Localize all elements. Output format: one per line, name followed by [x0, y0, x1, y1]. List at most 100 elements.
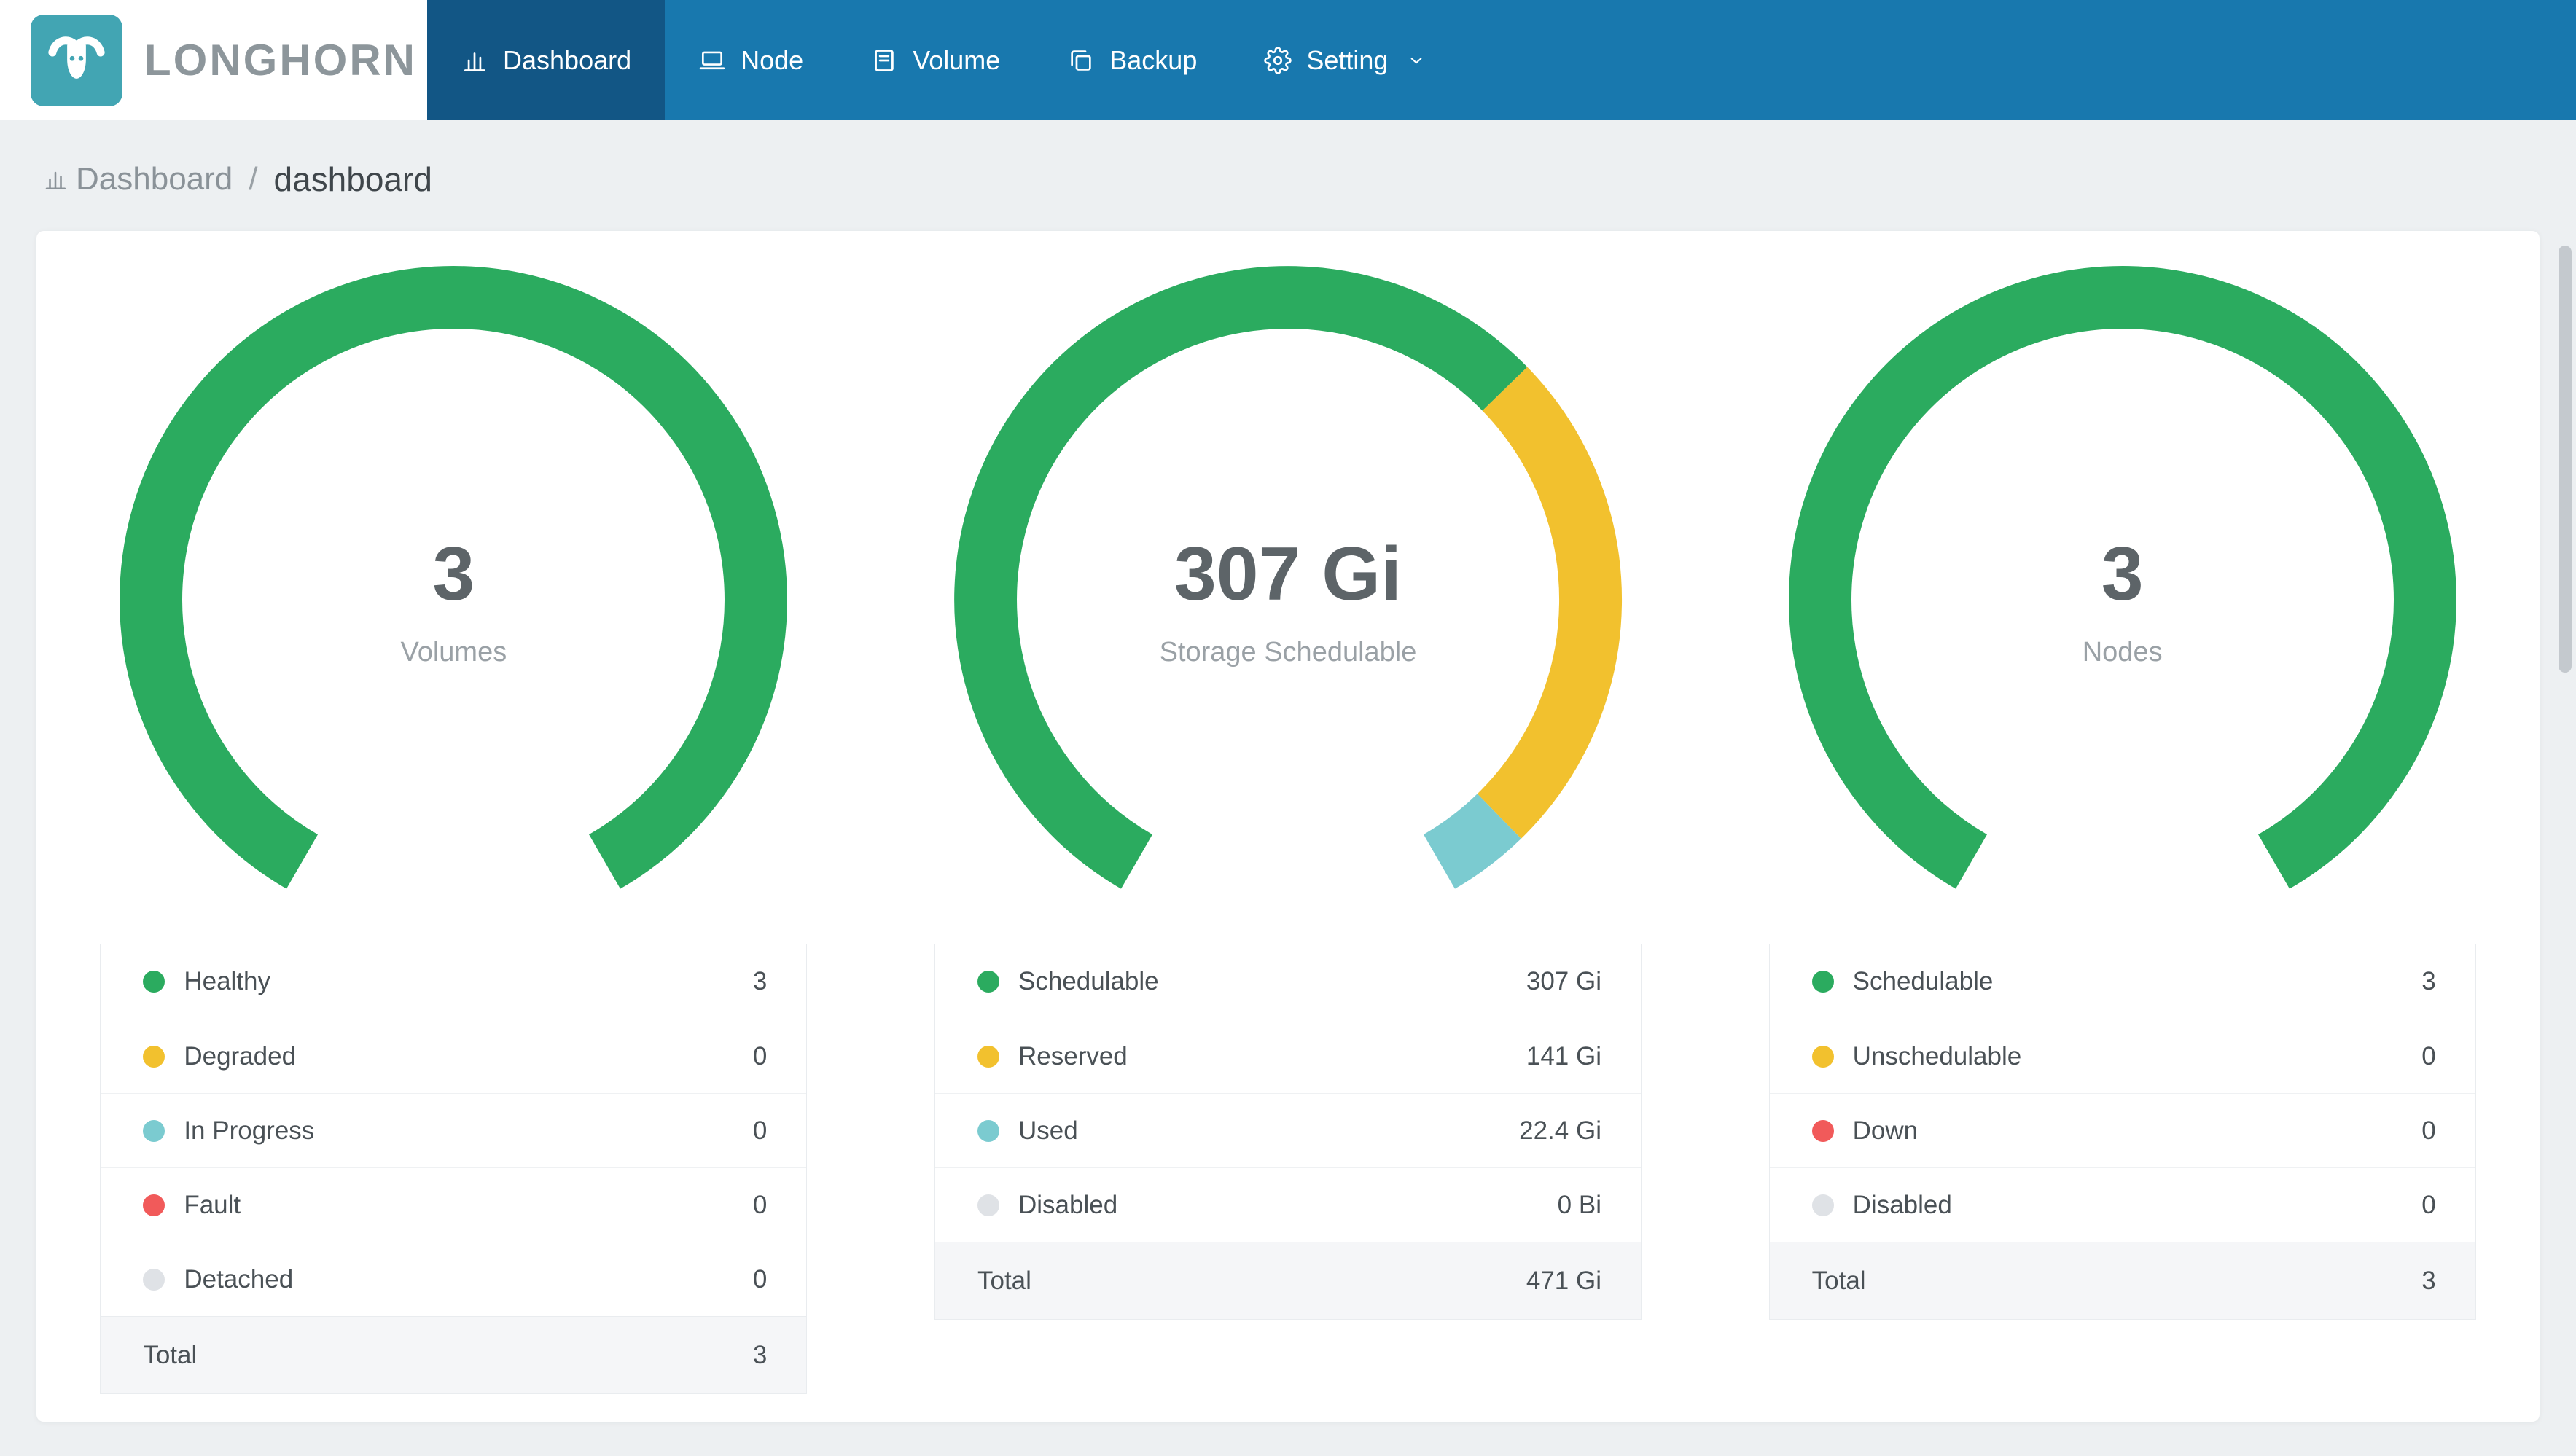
- healthy-dot: [143, 971, 165, 993]
- storage-legend: Schedulable 307 Gi Reserved 141 Gi Used …: [934, 944, 1642, 1320]
- legend-row-degraded: Degraded 0: [101, 1019, 807, 1093]
- storage-gauge-center: 307 Gi Storage Schedulable: [953, 265, 1623, 935]
- bar-chart-icon: [461, 47, 488, 74]
- legend-value: 307 Gi: [1526, 967, 1601, 995]
- scrollbar-track[interactable]: [2558, 128, 2572, 1450]
- legend-value: 3: [752, 967, 768, 995]
- total-value: 3: [752, 1340, 768, 1369]
- degraded-dot: [143, 1045, 165, 1068]
- legend-value: 0: [752, 1190, 768, 1219]
- used-dot: [977, 1119, 999, 1142]
- nav-label: Dashboard: [503, 44, 632, 75]
- nodes-panel: 3 Nodes Schedulable 3 Unschedulable 0 Do…: [1705, 265, 2540, 1394]
- legend-value: 0: [752, 1041, 768, 1071]
- legend-value: 0: [752, 1264, 768, 1293]
- legend-value: 22.4 Gi: [1519, 1116, 1601, 1145]
- legend-value: 141 Gi: [1526, 1041, 1601, 1071]
- gauge-panels: 3 Volumes Healthy 3 Degraded 0 In Progre…: [36, 265, 2540, 1394]
- legend-row-detached: Detached 0: [101, 1242, 807, 1316]
- detached-dot: [143, 1268, 165, 1291]
- nav-label: Volume: [913, 44, 1001, 75]
- computer-icon: [698, 47, 726, 74]
- legend-row-fault: Fault 0: [101, 1167, 807, 1242]
- legend-row-in-progress: In Progress 0: [101, 1093, 807, 1167]
- nav-item-setting[interactable]: Setting: [1230, 0, 1461, 120]
- nav-item-dashboard[interactable]: Dashboard: [427, 0, 666, 120]
- legend-row-schedulable: Schedulable 3: [1770, 944, 2475, 1019]
- scrollbar-thumb[interactable]: [2559, 246, 2572, 673]
- nav-item-volume[interactable]: Volume: [837, 0, 1034, 120]
- legend-value: 0: [2421, 1041, 2436, 1071]
- legend-label: In Progress: [184, 1116, 315, 1145]
- total-value: 471 Gi: [1526, 1266, 1601, 1295]
- copy-icon: [1067, 47, 1095, 74]
- fault-dot: [143, 1194, 165, 1216]
- gear-icon: [1264, 46, 1292, 74]
- legend-row-schedulable: Schedulable 307 Gi: [935, 944, 1641, 1019]
- legend-value: 0: [752, 1116, 768, 1145]
- breadcrumb-separator: /: [249, 161, 258, 197]
- summary-card: 3 Volumes Healthy 3 Degraded 0 In Progre…: [36, 231, 2540, 1422]
- legend-label: Disabled: [1018, 1190, 1118, 1219]
- volumes-panel: 3 Volumes Healthy 3 Degraded 0 In Progre…: [36, 265, 871, 1394]
- longhorn-logo[interactable]: LONGHORN: [0, 0, 427, 120]
- legend-label: Down: [1852, 1116, 1919, 1145]
- legend-row-disabled: Disabled 0: [1769, 1167, 2475, 1242]
- nav-label: Setting: [1306, 44, 1389, 75]
- legend-label: Schedulable: [1018, 967, 1159, 995]
- nav-label: Backup: [1109, 44, 1198, 75]
- total-value: 3: [2421, 1266, 2436, 1295]
- reserved-dot: [977, 1045, 999, 1068]
- legend-total-row: Total 3: [101, 1316, 807, 1393]
- schedulable-dot: [977, 971, 999, 993]
- legend-total-row: Total 3: [1769, 1242, 2475, 1319]
- volumes-gauge-center: 3 Volumes: [118, 265, 789, 935]
- storage-gauge: 307 Gi Storage Schedulable: [953, 265, 1623, 935]
- nodes-gauge: 3 Nodes: [1787, 265, 2458, 935]
- legend-label: Healthy: [184, 967, 270, 995]
- disabled-dot: [977, 1194, 999, 1216]
- volumes-legend: Healthy 3 Degraded 0 In Progress 0 Fault…: [100, 944, 808, 1394]
- volumes-count: 3: [432, 532, 475, 617]
- legend-value: 0 Bi: [1557, 1190, 1601, 1219]
- legend-label: Used: [1018, 1116, 1078, 1145]
- legend-row-used: Used 22.4 Gi: [934, 1093, 1641, 1167]
- database-icon: [870, 47, 898, 74]
- total-label: Total: [1811, 1266, 1866, 1295]
- nodes-caption: Nodes: [2082, 637, 2163, 668]
- nodes-gauge-center: 3 Nodes: [1787, 265, 2458, 935]
- legend-row-unschedulable: Unschedulable 0: [1769, 1019, 2475, 1093]
- storage-panel: 307 Gi Storage Schedulable Schedulable 3…: [871, 265, 1706, 1394]
- storage-amount: 307 Gi: [1174, 532, 1402, 617]
- bull-logo-icon: [31, 14, 122, 106]
- storage-caption: Storage Schedulable: [1159, 637, 1417, 668]
- unschedulable-dot: [1811, 1045, 1834, 1068]
- legend-label: Disabled: [1852, 1190, 1952, 1219]
- legend-value: 0: [2421, 1190, 2436, 1219]
- breadcrumb-current-page: dashboard: [273, 160, 432, 198]
- schedulable-dot: [1811, 971, 1834, 993]
- total-label: Total: [977, 1266, 1031, 1295]
- volumes-caption: Volumes: [400, 637, 507, 668]
- legend-value: 0: [2421, 1116, 2436, 1145]
- in-progress-dot: [143, 1119, 165, 1142]
- nav-item-backup[interactable]: Backup: [1034, 0, 1230, 120]
- disabled-dot: [1811, 1194, 1834, 1216]
- legend-label: Fault: [184, 1190, 241, 1219]
- main-nav: Dashboard Node Volume Backup Setting: [427, 0, 1461, 120]
- legend-label: Schedulable: [1852, 967, 1994, 995]
- legend-value: 3: [2421, 967, 2436, 995]
- legend-label: Unschedulable: [1852, 1041, 2022, 1071]
- legend-label: Reserved: [1018, 1041, 1128, 1071]
- bar-chart-icon: [42, 166, 69, 192]
- legend-total-row: Total 471 Gi: [934, 1242, 1641, 1319]
- legend-row-disabled: Disabled 0 Bi: [934, 1167, 1641, 1242]
- total-label: Total: [143, 1340, 198, 1369]
- volumes-gauge: 3 Volumes: [118, 265, 789, 935]
- legend-row-reserved: Reserved 141 Gi: [934, 1019, 1641, 1093]
- breadcrumb: Dashboard / dashboard: [0, 120, 2576, 199]
- breadcrumb-section[interactable]: Dashboard: [76, 161, 233, 197]
- nav-label: Node: [741, 44, 804, 75]
- nodes-legend: Schedulable 3 Unschedulable 0 Down 0 Dis…: [1768, 944, 2476, 1320]
- nav-item-node[interactable]: Node: [665, 0, 837, 120]
